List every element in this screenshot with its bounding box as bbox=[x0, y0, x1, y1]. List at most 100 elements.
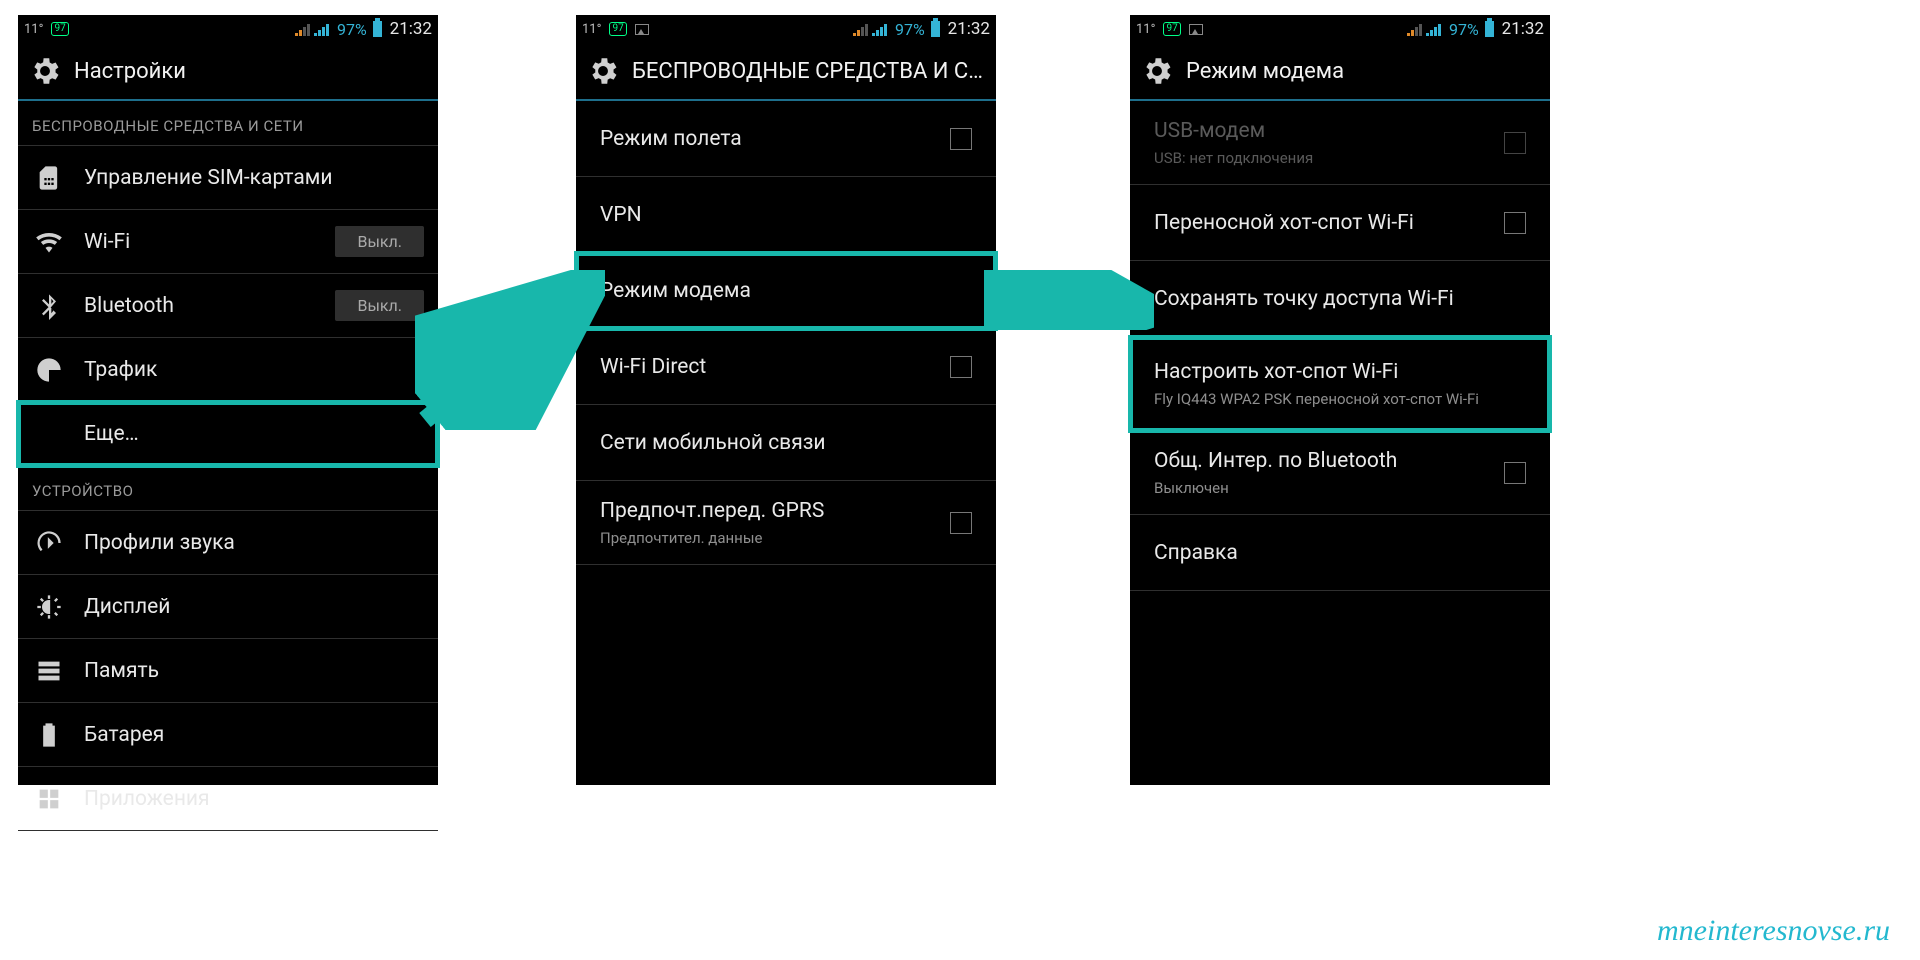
item-label: Режим полета bbox=[600, 127, 936, 151]
screen-title: Настройки bbox=[74, 59, 186, 84]
status-badge: 97 bbox=[1163, 22, 1180, 36]
bt-toggle[interactable]: Выкл. bbox=[335, 290, 424, 321]
status-clock: 21:32 bbox=[390, 19, 432, 39]
item-vpn[interactable]: VPN bbox=[576, 177, 996, 253]
arrow-2 bbox=[984, 270, 1154, 330]
status-temp: 11° bbox=[24, 22, 43, 37]
item-usb-modem: USB-модем USB: нет подключения bbox=[1130, 101, 1550, 185]
item-label: USB-модем bbox=[1154, 119, 1490, 143]
item-sound[interactable]: Профили звука bbox=[18, 511, 438, 575]
battery-icon bbox=[931, 21, 940, 37]
item-setup-hotspot[interactable]: Настроить хот-спот Wi-Fi Fly IQ443 WPA2 … bbox=[1130, 337, 1550, 431]
apps-icon bbox=[32, 785, 66, 813]
screenshot-icon bbox=[1189, 24, 1203, 35]
signal-sim1-icon bbox=[295, 22, 310, 36]
usb-checkbox bbox=[1504, 132, 1526, 154]
item-label: Батарея bbox=[84, 723, 164, 747]
item-battery[interactable]: Батарея bbox=[18, 703, 438, 767]
item-more[interactable]: Еще… bbox=[18, 402, 438, 466]
item-label: Трафик bbox=[84, 358, 157, 382]
status-clock: 21:32 bbox=[1502, 19, 1544, 39]
item-mobile-networks[interactable]: Сети мобильной связи bbox=[576, 405, 996, 481]
airplane-checkbox[interactable] bbox=[950, 128, 972, 150]
signal-sim2-icon bbox=[1426, 22, 1441, 36]
item-label: VPN bbox=[600, 203, 972, 227]
settings-gear-icon bbox=[28, 54, 62, 88]
bluetooth-icon bbox=[32, 292, 66, 320]
wifi-icon bbox=[32, 228, 66, 256]
phone-settings: 11° 97 97% 21:32 Настройки БЕСПРОВОДНЫЕ … bbox=[18, 15, 438, 785]
signal-sim2-icon bbox=[314, 22, 329, 36]
tutorial-image: { "status": { "temp": "11°", "badge": "9… bbox=[0, 0, 1920, 960]
item-label: Справка bbox=[1154, 541, 1526, 565]
item-label: Переносной хот-спот Wi-Fi bbox=[1154, 211, 1490, 235]
item-bt-tether[interactable]: Общ. Интер. по Bluetooth Выключен bbox=[1130, 431, 1550, 515]
wifi-toggle[interactable]: Выкл. bbox=[335, 226, 424, 257]
screenshot-icon bbox=[635, 24, 649, 35]
status-clock: 21:32 bbox=[948, 19, 990, 39]
item-label: Еще… bbox=[84, 422, 139, 446]
item-wifi[interactable]: Wi-Fi Выкл. bbox=[18, 210, 438, 274]
item-label: Профили звука bbox=[84, 531, 235, 555]
status-badge: 97 bbox=[609, 22, 626, 36]
item-label: Сохранять точку доступа Wi-Fi bbox=[1154, 287, 1526, 311]
battery-pct: 97% bbox=[337, 20, 367, 39]
battery-pct: 97% bbox=[1449, 20, 1479, 39]
settings-gear-icon bbox=[586, 54, 620, 88]
battery-item-icon bbox=[32, 721, 66, 749]
status-bar: 11° 97 97% 21:32 bbox=[576, 15, 996, 43]
hotspot-checkbox[interactable] bbox=[1504, 212, 1526, 234]
item-sub: Выключен bbox=[1154, 479, 1490, 497]
item-label: Предпочт.перед. GPRS bbox=[600, 499, 936, 523]
signal-sim2-icon bbox=[872, 22, 887, 36]
item-tethering[interactable]: Режим модема bbox=[576, 253, 996, 329]
sim-icon bbox=[32, 164, 66, 192]
item-portable-hotspot[interactable]: Переносной хот-спот Wi-Fi bbox=[1130, 185, 1550, 261]
screen-title: Режим модема bbox=[1186, 59, 1344, 84]
battery-pct: 97% bbox=[895, 20, 925, 39]
screen-title: БЕСПРОВОДНЫЕ СРЕДСТВА И СЕ… bbox=[632, 59, 986, 84]
item-label: Приложения bbox=[84, 787, 210, 811]
item-sub: Предпочтител. данные bbox=[600, 529, 936, 547]
display-icon bbox=[32, 593, 66, 621]
item-sim-management[interactable]: Управление SIM-картами bbox=[18, 146, 438, 210]
bt-tether-checkbox[interactable] bbox=[1504, 462, 1526, 484]
item-display[interactable]: Дисплей bbox=[18, 575, 438, 639]
item-label: Сети мобильной связи bbox=[600, 431, 972, 455]
item-bluetooth[interactable]: Bluetooth Выкл. bbox=[18, 274, 438, 338]
sound-icon bbox=[32, 529, 66, 557]
item-keep-hotspot[interactable]: Сохранять точку доступа Wi-Fi bbox=[1130, 261, 1550, 337]
section-device: УСТРОЙСТВО bbox=[18, 466, 438, 511]
screen-header: Настройки bbox=[18, 43, 438, 101]
status-bar: 11° 97 97% 21:32 bbox=[1130, 15, 1550, 43]
item-label: Bluetooth bbox=[84, 294, 174, 318]
item-gprs[interactable]: Предпочт.перед. GPRS Предпочтител. данны… bbox=[576, 481, 996, 565]
item-label: Дисплей bbox=[84, 595, 170, 619]
item-airplane[interactable]: Режим полета bbox=[576, 101, 996, 177]
phone-wireless: 11° 97 97% 21:32 БЕСПРОВОДНЫЕ СРЕДСТВА И… bbox=[576, 15, 996, 785]
battery-icon bbox=[1485, 21, 1494, 37]
storage-icon bbox=[32, 657, 66, 685]
signal-sim1-icon bbox=[1407, 22, 1422, 36]
settings-gear-icon bbox=[1140, 54, 1174, 88]
status-temp: 11° bbox=[582, 22, 601, 37]
gprs-checkbox[interactable] bbox=[950, 512, 972, 534]
status-bar: 11° 97 97% 21:32 bbox=[18, 15, 438, 43]
item-label: Wi-Fi Direct bbox=[600, 355, 936, 379]
data-usage-icon bbox=[32, 356, 66, 384]
item-help[interactable]: Справка bbox=[1130, 515, 1550, 591]
screen-header: БЕСПРОВОДНЫЕ СРЕДСТВА И СЕ… bbox=[576, 43, 996, 101]
item-label: Управление SIM-картами bbox=[84, 166, 332, 190]
item-traffic[interactable]: Трафик bbox=[18, 338, 438, 402]
status-badge: 97 bbox=[51, 22, 68, 36]
item-wifi-direct[interactable]: Wi-Fi Direct bbox=[576, 329, 996, 405]
item-label: Режим модема bbox=[600, 279, 972, 303]
signal-sim1-icon bbox=[853, 22, 868, 36]
watermark: mneinteresnovse.ru bbox=[1657, 914, 1890, 948]
wifidirect-checkbox[interactable] bbox=[950, 356, 972, 378]
item-memory[interactable]: Память bbox=[18, 639, 438, 703]
item-sub: Fly IQ443 WPA2 PSK переносной хот-спот W… bbox=[1154, 390, 1526, 408]
item-apps[interactable]: Приложения bbox=[18, 767, 438, 831]
screen-header: Режим модема bbox=[1130, 43, 1550, 101]
section-wireless: БЕСПРОВОДНЫЕ СРЕДСТВА И СЕТИ bbox=[18, 101, 438, 146]
